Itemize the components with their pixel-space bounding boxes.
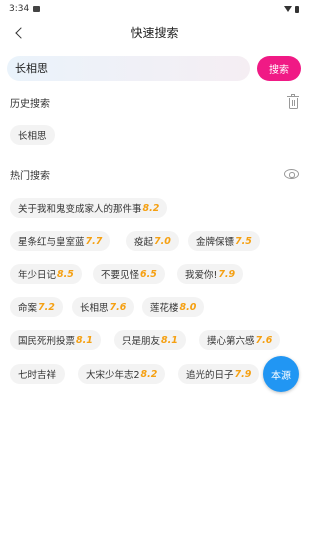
hot-tag[interactable]: 年少日记 8.5	[10, 264, 82, 284]
hot-tag-name: 疫起	[134, 237, 154, 248]
hot-tag-score: 7.9	[218, 268, 236, 280]
search-button[interactable]: 搜索	[257, 55, 301, 81]
history-title: 历史搜索	[10, 98, 50, 110]
hot-tag[interactable]: 我爱你! 7.9	[177, 264, 244, 284]
trash-icon[interactable]	[287, 94, 299, 109]
status-time: 3:34	[9, 4, 30, 14]
page-title: 快速搜索	[130, 25, 179, 40]
hot-tag-score: 7.2	[38, 301, 55, 313]
hot-tag[interactable]: 金牌保镖 7.5	[188, 231, 260, 251]
hot-tag-score: 7.7	[85, 235, 103, 247]
hot-tag[interactable]: 莲花楼 8.0	[142, 297, 205, 317]
hot-tag[interactable]: 疫起 7.0	[126, 231, 179, 251]
hot-tag[interactable]: 星条红与皇室蓝 7.7	[10, 231, 111, 251]
wifi-icon	[284, 6, 292, 12]
hot-tag-score: 8.5	[57, 268, 74, 280]
hot-tag-name: 摸心第六感	[207, 336, 255, 347]
hot-tag-name: 星条红与皇室蓝	[18, 237, 85, 248]
hot-tag-score: 8.2	[140, 368, 158, 380]
hot-tag[interactable]: 七时吉祥	[10, 364, 66, 384]
nav-bar: 快速搜索	[0, 18, 309, 46]
hot-tag-score: 8.1	[76, 334, 93, 346]
hot-tag-score: 8.0	[179, 301, 197, 313]
search-row: 长相思 搜索	[0, 55, 309, 81]
hot-tag[interactable]: 国民死刑投票 8.1	[10, 330, 101, 350]
hot-tag-name: 追光的日子	[186, 370, 234, 381]
hot-tag-name: 命案	[18, 303, 38, 314]
hot-tag-score: 7.6	[109, 301, 127, 313]
hot-tag-name: 七时吉祥	[18, 370, 57, 381]
hot-tag-name: 关于我和鬼变成家人的那件事	[18, 204, 142, 215]
hot-tag-score: 8.2	[142, 202, 160, 214]
search-input[interactable]: 长相思	[7, 55, 250, 81]
battery-icon	[295, 5, 299, 13]
hot-tag[interactable]: 关于我和鬼变成家人的那件事 8.2	[10, 198, 168, 218]
hot-tag-name: 金牌保镖	[196, 237, 235, 248]
hot-tag[interactable]: 长相思 7.6	[72, 297, 135, 317]
source-fab-button[interactable]: 本源	[263, 356, 299, 392]
hot-tag-name: 我爱你!	[185, 270, 218, 281]
history-item[interactable]: 长相思	[10, 125, 55, 145]
eye-icon[interactable]	[284, 169, 299, 179]
hot-tag-score: 7.6	[255, 334, 273, 346]
hot-tag-score: 8.1	[161, 334, 178, 346]
hot-tag[interactable]: 追光的日子 7.9	[178, 364, 260, 384]
hot-tag-name: 年少日记	[18, 270, 57, 281]
status-bar: 3:34	[0, 0, 309, 18]
hot-tag[interactable]: 大宋少年志2 8.2	[78, 364, 166, 384]
notification-icon	[33, 6, 41, 12]
hot-tag-name: 大宋少年志2	[86, 370, 140, 381]
status-left: 3:34	[9, 4, 41, 14]
back-button[interactable]	[10, 24, 28, 42]
hot-tag-score: 6.5	[140, 268, 157, 280]
history-item-label: 长相思	[18, 131, 47, 142]
back-arrow-icon	[15, 27, 27, 39]
hot-tag-score: 7.0	[154, 235, 171, 247]
hot-tag[interactable]: 不要见怪 6.5	[93, 264, 165, 284]
hot-title: 热门搜索	[10, 170, 50, 182]
hot-tag-name: 只是朋友	[122, 336, 161, 347]
hot-tag-name: 长相思	[80, 303, 109, 314]
hot-tag[interactable]: 摸心第六感 7.6	[199, 330, 281, 350]
history-header: 历史搜索	[0, 92, 309, 112]
hot-tag-score: 7.5	[235, 235, 252, 247]
hot-tag-score: 7.9	[234, 368, 252, 380]
hot-tag-name: 不要见怪	[101, 270, 140, 281]
status-right	[284, 5, 299, 13]
hot-tag-name: 莲花楼	[150, 303, 179, 314]
hot-tag[interactable]: 只是朋友 8.1	[114, 330, 186, 350]
hot-tag-name: 国民死刑投票	[18, 336, 76, 347]
hot-header: 热门搜索	[0, 164, 309, 184]
hot-tag[interactable]: 命案 7.2	[10, 297, 63, 317]
